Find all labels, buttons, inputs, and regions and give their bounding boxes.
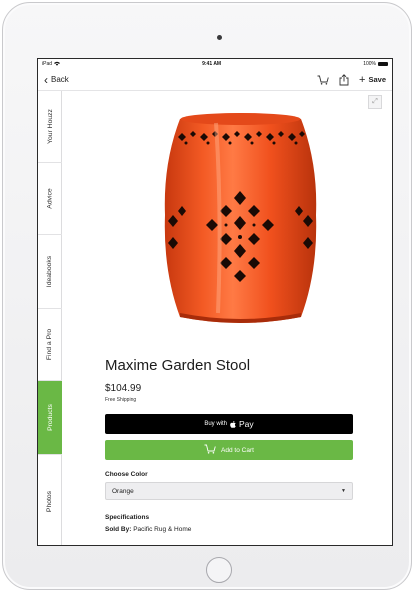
expand-icon[interactable]: ⤢ xyxy=(368,95,382,109)
product-detail: ⤢ Maxime Garden Stool $104.99 Free Shipp… xyxy=(62,91,392,545)
tab-ideabooks[interactable]: Ideabooks xyxy=(38,235,62,309)
save-button[interactable]: + Save xyxy=(359,74,386,86)
app-screen: iPad 9:41 AM 100% ‹ Back + Save Your Hou… xyxy=(37,58,393,546)
tab-advice[interactable]: Advice xyxy=(38,163,62,235)
apple-pay-button[interactable]: Buy with Pay xyxy=(105,414,353,434)
color-select[interactable]: Orange ▼ xyxy=(105,482,353,500)
choose-color-label: Choose Color xyxy=(105,471,148,478)
tab-label: Products xyxy=(46,404,54,431)
tab-label: Advice xyxy=(46,188,54,209)
pay-label: Pay xyxy=(239,419,254,429)
tab-find-a-pro[interactable]: Find a Pro xyxy=(38,309,62,381)
carrier-label: iPad xyxy=(42,61,53,67)
add-to-cart-label: Add to Cart xyxy=(221,446,254,454)
sold-by: Sold By: Pacific Rug & Home xyxy=(105,526,191,533)
tab-label: Photos xyxy=(46,490,54,512)
tab-label: Your Houzz xyxy=(46,109,54,144)
shipping-note: Free Shipping xyxy=(105,397,137,403)
plus-icon: + xyxy=(359,73,366,86)
cart-icon xyxy=(204,444,216,456)
product-price: $104.99 xyxy=(105,383,142,394)
add-to-cart-button[interactable]: Add to Cart xyxy=(105,440,353,460)
nav-actions: + Save xyxy=(317,74,386,86)
side-tab-bar: Your Houzz Advice Ideabooks Find a Pro P… xyxy=(38,91,62,545)
navigation-bar: ‹ Back + Save xyxy=(38,69,392,91)
battery-icon xyxy=(378,62,388,66)
specifications-heading: Specifications xyxy=(105,514,150,521)
front-camera xyxy=(217,35,222,40)
chevron-left-icon: ‹ xyxy=(44,72,48,87)
sold-by-value: Pacific Rug & Home xyxy=(133,526,192,533)
home-button[interactable] xyxy=(206,557,232,583)
status-bar: iPad 9:41 AM 100% xyxy=(38,59,392,69)
product-title: Maxime Garden Stool xyxy=(105,357,251,374)
tab-label: Find a Pro xyxy=(46,328,54,361)
share-icon[interactable] xyxy=(338,73,350,86)
status-left: iPad xyxy=(42,61,61,68)
product-image[interactable] xyxy=(158,103,323,331)
back-label: Back xyxy=(51,75,69,84)
battery-percent: 100% xyxy=(363,61,376,67)
wifi-icon xyxy=(54,61,61,68)
save-label: Save xyxy=(368,75,386,84)
buy-with-label: Buy with xyxy=(204,421,228,427)
tab-products[interactable]: Products xyxy=(38,381,62,455)
tab-label: Ideabooks xyxy=(46,255,54,288)
tab-your-houzz[interactable]: Your Houzz xyxy=(38,91,62,163)
ipad-frame: iPad 9:41 AM 100% ‹ Back + Save Your Hou… xyxy=(2,2,412,590)
tab-photos[interactable]: Photos xyxy=(38,455,62,545)
apple-logo-icon xyxy=(230,420,236,428)
sold-by-label: Sold By: xyxy=(105,526,132,533)
selected-color: Orange xyxy=(112,487,134,495)
back-button[interactable]: ‹ Back xyxy=(44,72,69,87)
status-right: 100% xyxy=(363,61,388,67)
status-time: 9:41 AM xyxy=(202,61,222,67)
caret-down-icon: ▼ xyxy=(341,488,346,494)
cart-icon[interactable] xyxy=(317,74,329,86)
